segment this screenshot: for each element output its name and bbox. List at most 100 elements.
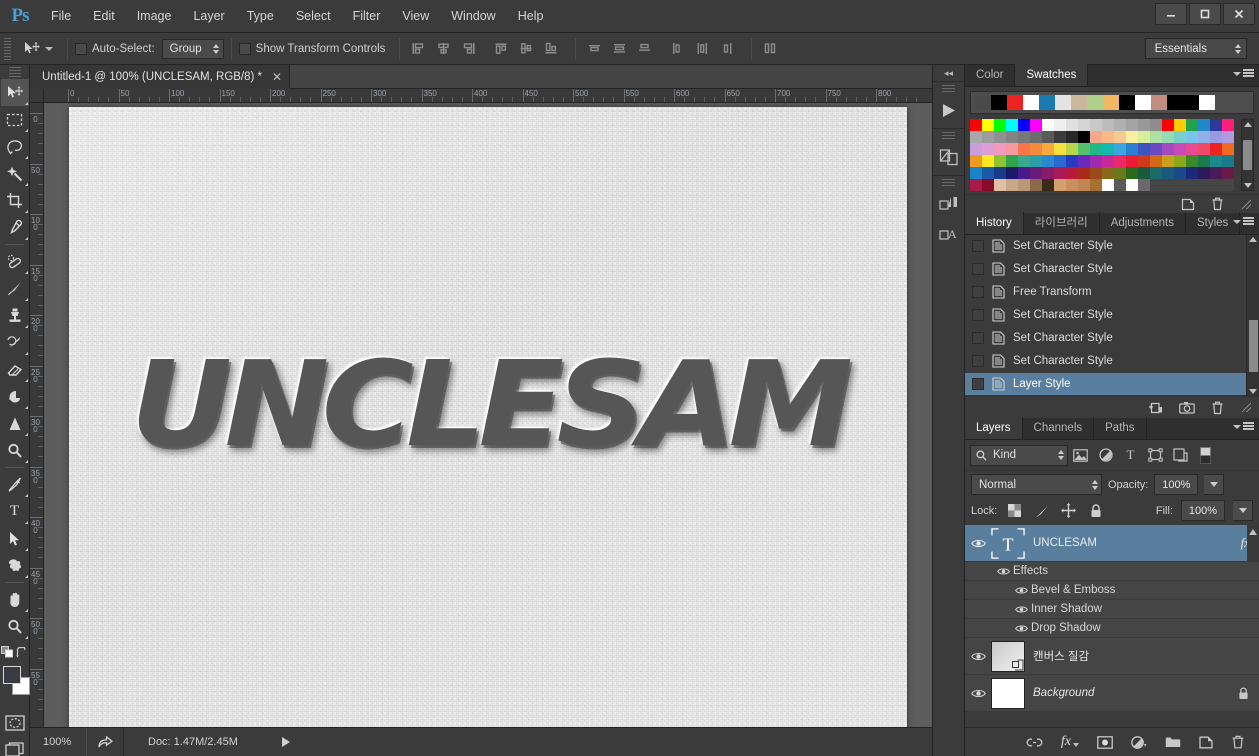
menu-window[interactable]: Window bbox=[440, 0, 506, 33]
color-swatch[interactable] bbox=[982, 131, 994, 143]
canvas-document[interactable]: UNCLESAM bbox=[69, 107, 907, 727]
align-vertical-centers-icon[interactable] bbox=[515, 38, 537, 60]
color-swatch[interactable] bbox=[1198, 143, 1210, 155]
color-swatch[interactable] bbox=[1186, 119, 1198, 131]
color-swatch[interactable] bbox=[970, 143, 982, 155]
color-swatch[interactable] bbox=[1198, 119, 1210, 131]
color-swatch[interactable] bbox=[1078, 131, 1090, 143]
menu-edit[interactable]: Edit bbox=[82, 0, 126, 33]
color-swatch[interactable] bbox=[1150, 119, 1162, 131]
color-swatch[interactable] bbox=[1174, 167, 1186, 179]
zoom-tool[interactable] bbox=[1, 613, 29, 640]
effect-row-bevel-emboss[interactable]: Bevel & Emboss bbox=[965, 581, 1259, 600]
filter-shape-icon[interactable] bbox=[1143, 444, 1168, 466]
spot-healing-brush-tool[interactable] bbox=[1, 248, 29, 275]
document-tab[interactable]: Untitled-1 @ 100% (UNCLESAM, RGB/8) * ✕ bbox=[30, 65, 291, 89]
color-swatch[interactable] bbox=[1090, 119, 1102, 131]
color-swatch[interactable] bbox=[1006, 119, 1018, 131]
magic-wand-tool[interactable] bbox=[1, 160, 29, 187]
history-snapshot-checkbox[interactable] bbox=[972, 332, 984, 344]
new-swatch-icon[interactable] bbox=[1181, 198, 1195, 211]
scroll-up-icon[interactable] bbox=[1249, 237, 1257, 242]
color-swatch[interactable] bbox=[1114, 131, 1126, 143]
color-swatch[interactable] bbox=[1018, 179, 1030, 191]
color-swatch[interactable] bbox=[1066, 155, 1078, 167]
color-swatch[interactable] bbox=[1054, 131, 1066, 143]
color-swatch[interactable] bbox=[1006, 155, 1018, 167]
history-state-row[interactable]: Free Transform bbox=[965, 281, 1246, 304]
recent-swatch[interactable] bbox=[1039, 95, 1055, 110]
color-swatch[interactable] bbox=[1114, 155, 1126, 167]
color-swatch[interactable] bbox=[1126, 131, 1138, 143]
history-brush-tool[interactable] bbox=[1, 329, 29, 356]
color-swatch[interactable] bbox=[1030, 119, 1042, 131]
recent-swatch[interactable] bbox=[1103, 95, 1119, 110]
minimize-button[interactable] bbox=[1155, 3, 1187, 25]
color-swatch[interactable] bbox=[1006, 179, 1018, 191]
effect-visibility-icon[interactable] bbox=[1011, 624, 1031, 633]
layer-visibility-icon[interactable] bbox=[965, 688, 991, 699]
foreground-color-swatch[interactable] bbox=[2, 666, 21, 684]
color-swatch[interactable] bbox=[1162, 131, 1174, 143]
color-swatch[interactable] bbox=[1090, 167, 1102, 179]
scrollbar-thumb[interactable] bbox=[1243, 140, 1252, 170]
align-right-edges-icon[interactable] bbox=[457, 38, 479, 60]
zoom-level[interactable]: 100% bbox=[30, 736, 86, 748]
delete-swatch-icon[interactable] bbox=[1211, 197, 1224, 211]
color-swatch[interactable] bbox=[1030, 143, 1042, 155]
color-swatch[interactable] bbox=[1126, 143, 1138, 155]
color-swatch[interactable] bbox=[1126, 167, 1138, 179]
color-swatch[interactable] bbox=[1066, 143, 1078, 155]
layer-name[interactable]: UNCLESAM bbox=[1033, 537, 1241, 549]
filter-type-icon[interactable]: T bbox=[1118, 444, 1143, 466]
color-swatch[interactable] bbox=[1210, 179, 1222, 191]
color-swatch[interactable] bbox=[1114, 143, 1126, 155]
ruler-corner[interactable] bbox=[30, 89, 44, 103]
color-swatch[interactable] bbox=[1222, 143, 1234, 155]
filter-pixel-icon[interactable] bbox=[1068, 444, 1093, 466]
color-swatch[interactable] bbox=[1186, 155, 1198, 167]
delete-layer-icon[interactable] bbox=[1231, 735, 1245, 749]
recent-swatch[interactable] bbox=[1135, 95, 1151, 110]
rectangular-marquee-tool[interactable] bbox=[1, 106, 29, 133]
recent-swatch[interactable] bbox=[1055, 95, 1071, 110]
color-swatch[interactable] bbox=[1138, 119, 1150, 131]
color-swatch[interactable] bbox=[1006, 131, 1018, 143]
fill-slider-toggle[interactable] bbox=[1233, 500, 1253, 521]
color-swatch[interactable] bbox=[1186, 131, 1198, 143]
color-swatch[interactable] bbox=[1222, 179, 1234, 191]
tool-preset-chevron-icon[interactable] bbox=[45, 46, 53, 51]
scroll-up-icon[interactable] bbox=[1243, 122, 1252, 127]
history-snapshot-checkbox[interactable] bbox=[972, 263, 984, 275]
color-swatch[interactable] bbox=[1150, 179, 1162, 191]
horizontal-type-tool[interactable]: T bbox=[1, 498, 29, 525]
distribute-left-edges-icon[interactable] bbox=[666, 38, 688, 60]
recent-swatch[interactable] bbox=[1023, 95, 1039, 110]
color-swatch[interactable] bbox=[1030, 131, 1042, 143]
color-swatch[interactable] bbox=[1102, 119, 1114, 131]
color-swatch[interactable] bbox=[982, 143, 994, 155]
menu-view[interactable]: View bbox=[391, 0, 440, 33]
distribute-vertical-centers-icon[interactable] bbox=[608, 38, 630, 60]
color-swatch[interactable] bbox=[1114, 179, 1126, 191]
color-swatch[interactable] bbox=[1090, 131, 1102, 143]
color-swatch[interactable] bbox=[982, 179, 994, 191]
color-swatch[interactable] bbox=[1222, 119, 1234, 131]
color-swatch[interactable] bbox=[1030, 179, 1042, 191]
color-swatch[interactable] bbox=[982, 119, 994, 131]
history-state-row[interactable]: Set Character Style bbox=[965, 258, 1246, 281]
align-bottom-edges-icon[interactable] bbox=[540, 38, 562, 60]
tab-color[interactable]: Color bbox=[965, 64, 1016, 86]
new-adjustment-layer-icon[interactable] bbox=[1131, 735, 1147, 749]
character-panel-icon[interactable]: A bbox=[933, 219, 964, 249]
collapse-panels-icon[interactable]: ◂◂ bbox=[933, 65, 964, 81]
quick-mask-mode-toggle[interactable] bbox=[1, 709, 29, 736]
move-tool[interactable] bbox=[0, 79, 29, 106]
color-swatch[interactable] bbox=[1030, 155, 1042, 167]
panel-menu-icon[interactable] bbox=[1233, 69, 1254, 78]
vertical-ruler[interactable]: 0 50 100 150 200 250 300 350 400 450 500 550 bbox=[30, 103, 44, 727]
color-swatch[interactable] bbox=[994, 179, 1006, 191]
color-swatch[interactable] bbox=[1186, 179, 1198, 191]
color-swatch[interactable] bbox=[1174, 131, 1186, 143]
color-swatch[interactable] bbox=[1138, 155, 1150, 167]
